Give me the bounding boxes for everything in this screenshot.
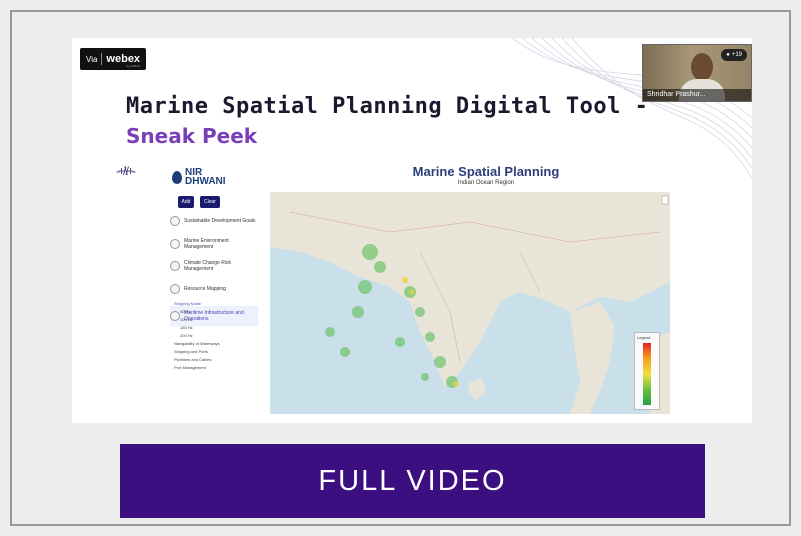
map-view: Legend [270, 192, 670, 414]
sublist-item: Pipelines and Cables [174, 357, 212, 362]
legend-title: Legend [637, 335, 651, 340]
sublist-item: 50 Hz [180, 309, 191, 314]
wave-circle-icon [170, 239, 180, 249]
legend-gradient [643, 343, 651, 405]
webex-separator [101, 53, 103, 65]
sidebar-item-marine-env: Marine Environment Management [170, 238, 258, 250]
resource-icon [170, 284, 180, 294]
sublist-item: Shipping and Ports [174, 349, 208, 354]
climate-icon [170, 261, 180, 271]
slide-title-line2: Sneak Peek [126, 124, 258, 148]
sublist-item: Port Management [174, 365, 206, 370]
sublist-item: 100 Hz [180, 317, 193, 322]
person-icon: ● [726, 52, 730, 58]
video-thumbnail[interactable]: Via webex by CISCO Marine Spatial Planni… [72, 38, 752, 423]
nirdhwani-logo: NIR DHWANI [172, 168, 226, 187]
participant-count-badge: ● +19 [721, 49, 747, 61]
webex-via: Via [86, 54, 98, 64]
layer-sublist: Shipping Noise 50 Hz 100 Hz 160 Hz 200 H… [174, 300, 258, 372]
participant-head [691, 53, 713, 81]
clear-button: Clear [200, 196, 220, 208]
app-title: Marine Spatial Planning [412, 164, 560, 179]
waveform-icon: -+/\/+- [116, 164, 136, 178]
sublist-item: Navigability of Waterways [174, 341, 220, 346]
participant-name: Shridhar Prashur... [643, 89, 751, 101]
sidebar-item-resource: Resource Mapping [170, 284, 258, 294]
map-legend: Legend [634, 332, 660, 410]
sidebar-item-sdg: Sustainable Development Goals [170, 216, 258, 226]
embedded-app-screenshot: NIR DHWANI Marine Spatial Planning India… [166, 162, 670, 414]
app-subtitle: Indian Ocean Region [457, 180, 515, 186]
map-graphic [270, 192, 670, 414]
logo-text-2: DHWANI [185, 176, 226, 187]
sidebar-item-climate: Climate Change Risk Management [170, 260, 258, 272]
sublist-item: 160 Hz [180, 325, 193, 330]
home-icon [170, 216, 180, 226]
webex-badge: Via webex by CISCO [80, 48, 147, 70]
sublist-item: 200 Hz [180, 333, 193, 338]
full-video-button[interactable]: FULL VIDEO [120, 444, 705, 518]
add-button: Add [178, 196, 194, 208]
slide-title-line1: Marine Spatial Planning Digital Tool - [126, 94, 649, 119]
participant-camera: ● +19 Shridhar Prashur... [642, 44, 752, 102]
sublist-item: Shipping Noise [174, 301, 201, 306]
participant-count: +19 [731, 52, 742, 58]
webex-sub: by CISCO [126, 64, 141, 68]
drop-icon [172, 170, 182, 184]
